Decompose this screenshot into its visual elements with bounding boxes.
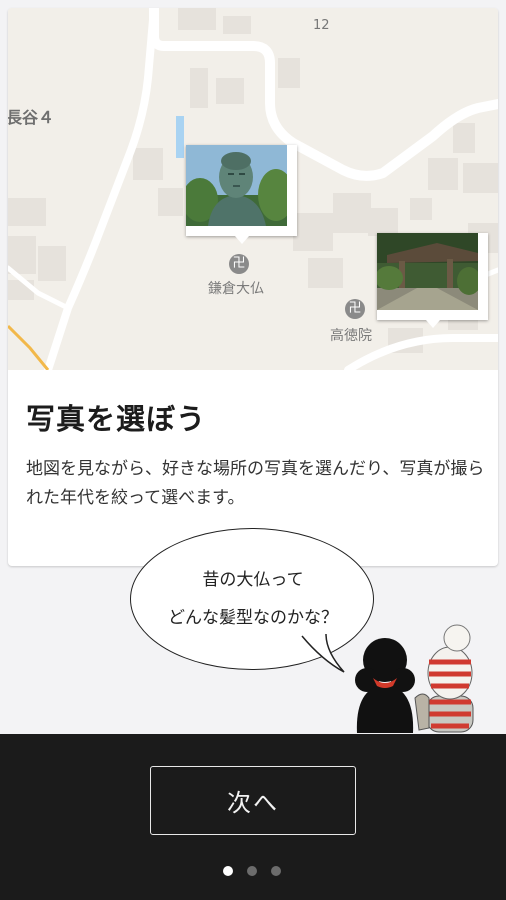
- speech-bubble-tail: [301, 633, 345, 673]
- photo-pin-great-buddha[interactable]: [186, 145, 297, 244]
- page-dot-3[interactable]: [271, 866, 281, 876]
- page-dot-1[interactable]: [223, 866, 233, 876]
- place-label-kotokuin: 高徳院: [330, 328, 372, 344]
- tutorial-card: 12 長谷４ 卍 鎌倉大仏 卍 高徳院 写真を選ぼう 地図を見ながら、好きな場所…: [8, 8, 498, 566]
- page-dot-2[interactable]: [247, 866, 257, 876]
- speech-bubble-line-2: どんな髪型なのかな？: [168, 608, 338, 628]
- dog-and-child-illustration: [355, 624, 474, 733]
- temple-icon: 卍: [345, 299, 365, 319]
- place-label-daibutsu: 鎌倉大仏: [208, 281, 264, 297]
- area-label: 長谷４: [8, 108, 55, 127]
- map-view[interactable]: 12 長谷４ 卍 鎌倉大仏 卍 高徳院: [8, 8, 498, 370]
- temple-garden-photo: [377, 233, 478, 310]
- page-indicator: [223, 866, 281, 878]
- black-dog-icon: [355, 638, 415, 733]
- temple-icon: 卍: [229, 254, 249, 274]
- card-title: 写真を選ぼう: [26, 402, 207, 436]
- speech-bubble-line-1: 昔の大仏って: [202, 570, 304, 590]
- road-number-label: 12: [313, 18, 330, 33]
- footer-bar: 次へ: [0, 734, 506, 900]
- card-description: 地図を見ながら、好きな場所の写真を選んだり、写真が撮られた年代を絞って選べます。: [26, 459, 485, 508]
- child-in-striped-hat-icon: [414, 624, 474, 733]
- photo-pin-temple-garden[interactable]: [377, 233, 488, 328]
- next-button[interactable]: 次へ: [150, 766, 356, 835]
- great-buddha-photo: [186, 145, 287, 226]
